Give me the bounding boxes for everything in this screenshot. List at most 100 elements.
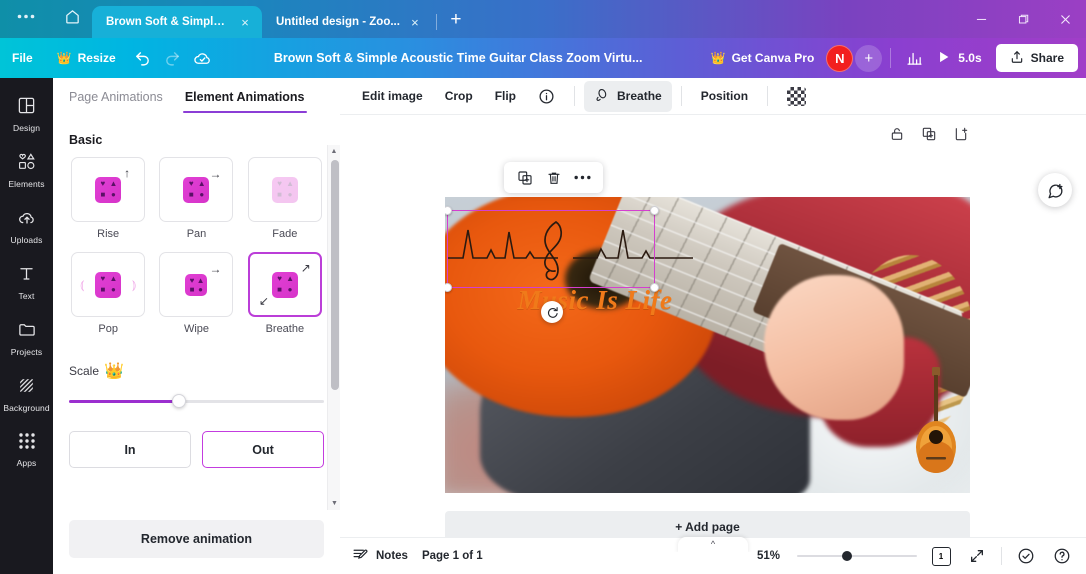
slider-fill: [69, 400, 179, 403]
zoom-slider[interactable]: [797, 549, 917, 563]
add-page-icon[interactable]: [950, 123, 972, 145]
expand-icon[interactable]: [965, 544, 989, 568]
browser-tab-inactive[interactable]: Untitled design - Zoo... ×: [262, 6, 432, 38]
sidebar-label: Design: [12, 122, 41, 133]
tab-page-animations[interactable]: Page Animations: [69, 90, 163, 113]
arrow-ne-icon: ↗: [300, 261, 311, 275]
animation-option-rise[interactable]: ↑ ♥ ▲ ■ ● Rise: [69, 157, 147, 240]
share-button[interactable]: Share: [995, 44, 1078, 72]
duplicate-page-icon[interactable]: [918, 123, 940, 145]
bar-chart-icon[interactable]: [899, 43, 929, 73]
folder-icon: [17, 320, 37, 344]
sidebar-label: Projects: [10, 346, 43, 357]
animation-option-wipe[interactable]: → ♥ ▲ ■ ● Wipe: [157, 252, 235, 335]
maximize-icon[interactable]: [1002, 0, 1044, 38]
home-icon[interactable]: [52, 0, 92, 38]
transparency-button[interactable]: [777, 81, 816, 112]
animation-option-fade[interactable]: ♥ ▲ ■ ● Fade: [246, 157, 324, 240]
edit-image-button[interactable]: Edit image: [352, 83, 433, 109]
animation-option-pan[interactable]: → ♥ ▲ ■ ● Pan: [157, 157, 235, 240]
add-member-button[interactable]: +: [855, 44, 883, 72]
play-duration-button[interactable]: 5.0s: [929, 50, 989, 67]
direction-out-button[interactable]: Out: [202, 431, 324, 468]
close-icon[interactable]: [1044, 0, 1086, 38]
remove-animation-button[interactable]: Remove animation: [69, 520, 324, 558]
tab-divider: [435, 14, 437, 30]
animation-option-breathe[interactable]: ↗ ↙ ♥ ▲ ■ ● Breathe: [246, 252, 324, 335]
notes-icon: [352, 546, 369, 566]
lock-icon[interactable]: [886, 123, 908, 145]
close-icon[interactable]: ×: [238, 15, 252, 30]
cloud-saved-icon[interactable]: [188, 43, 218, 73]
design-page[interactable]: Music Is Life: [445, 197, 970, 493]
avatar[interactable]: N: [826, 44, 854, 72]
scrollbar-thumb[interactable]: [330, 160, 339, 390]
animation-preview: ↑ ♥ ▲ ■ ●: [71, 157, 146, 222]
close-icon[interactable]: ×: [408, 15, 422, 30]
info-icon[interactable]: [528, 82, 565, 111]
toolbar-divider: [574, 86, 576, 106]
tab-element-animations[interactable]: Element Animations: [182, 90, 307, 113]
rotate-handle[interactable]: [541, 301, 563, 323]
canvas-area[interactable]: Music Is Life + Add page ◀ ▶: [340, 115, 1086, 552]
panel-footer: Remove animation: [53, 510, 340, 574]
sidebar-label: Apps: [16, 458, 37, 468]
help-circle-icon[interactable]: [1050, 544, 1074, 568]
get-canva-pro-button[interactable]: 👑 Get Canva Pro: [699, 44, 827, 72]
trash-icon[interactable]: [541, 165, 566, 190]
new-tab-button[interactable]: +: [441, 6, 471, 38]
overflow-dots-icon[interactable]: [0, 0, 52, 38]
flip-button[interactable]: Flip: [485, 83, 526, 109]
sidebar-label: Background: [3, 402, 50, 413]
element-toolbar: Edit image Crop Flip Breathe Position: [340, 78, 1086, 115]
resize-button[interactable]: 👑 Resize: [45, 44, 128, 72]
sidebar-item-apps[interactable]: Apps: [0, 422, 53, 478]
more-dots-icon[interactable]: [570, 165, 595, 190]
sidebar-item-background[interactable]: Background: [0, 366, 53, 422]
animation-preview: → ♥ ▲ ■ ●: [159, 157, 234, 222]
left-rail: Design Elements Uploads Text Projects Ba…: [0, 78, 53, 574]
direction-in-button[interactable]: In: [69, 431, 191, 468]
scroll-down-icon[interactable]: ▼: [328, 497, 340, 510]
slider-knob[interactable]: [171, 394, 186, 408]
element-float-toolbar: [504, 162, 603, 193]
file-menu-button[interactable]: File: [0, 44, 45, 72]
sidebar-item-design[interactable]: Design: [0, 86, 53, 142]
minimize-icon[interactable]: [960, 0, 1002, 38]
position-button[interactable]: Position: [691, 83, 758, 109]
element-glyph-icon: ♥ ▲ ■ ●: [185, 273, 208, 296]
upload-icon: [1010, 50, 1024, 67]
element-glyph-icon: ♥ ▲ ■ ●: [95, 176, 122, 203]
guitar-sticker-icon[interactable]: [914, 365, 958, 475]
sidebar-item-projects[interactable]: Projects: [0, 310, 53, 366]
comment-add-icon[interactable]: [1038, 173, 1072, 207]
sidebar-item-uploads[interactable]: Uploads: [0, 198, 53, 254]
resize-handle-bottom-right[interactable]: [650, 283, 659, 292]
crop-button[interactable]: Crop: [435, 83, 483, 109]
check-circle-icon[interactable]: [1014, 544, 1038, 568]
undo-icon[interactable]: [128, 43, 158, 73]
animation-option-pop[interactable]: ⦅ ♥ ▲ ■ ● ⦆ Pop: [69, 252, 147, 335]
panel-scrollbar[interactable]: ▲ ▼: [327, 145, 340, 510]
animations-panel: Page Animations Element Animations Basic…: [53, 78, 340, 574]
notes-button[interactable]: Notes: [352, 546, 408, 566]
status-divider: [1001, 547, 1002, 565]
collapse-panel-handle[interactable]: ^: [678, 537, 748, 552]
design-title[interactable]: Brown Soft & Simple Acoustic Time Guitar…: [218, 51, 699, 65]
zoom-slider-knob[interactable]: [842, 551, 853, 561]
animation-label: Fade: [272, 228, 298, 240]
scroll-up-icon[interactable]: ▲: [328, 145, 340, 158]
page-grid-button[interactable]: 1: [929, 544, 954, 568]
sidebar-item-elements[interactable]: Elements: [0, 142, 53, 198]
sidebar-item-text[interactable]: Text: [0, 254, 53, 310]
animate-button[interactable]: Breathe: [584, 80, 672, 112]
crown-icon: 👑: [104, 363, 124, 380]
resize-handle-top-left[interactable]: [445, 206, 452, 215]
sidebar-label: Text: [18, 290, 35, 301]
selection-bounding-box[interactable]: [445, 206, 659, 292]
duplicate-icon[interactable]: [512, 165, 537, 190]
resize-handle-top-right[interactable]: [650, 206, 659, 215]
scale-slider[interactable]: [69, 393, 324, 409]
browser-tab-active[interactable]: Brown Soft & Simple A... ×: [92, 6, 262, 38]
design-text[interactable]: Music Is Life: [485, 285, 705, 316]
